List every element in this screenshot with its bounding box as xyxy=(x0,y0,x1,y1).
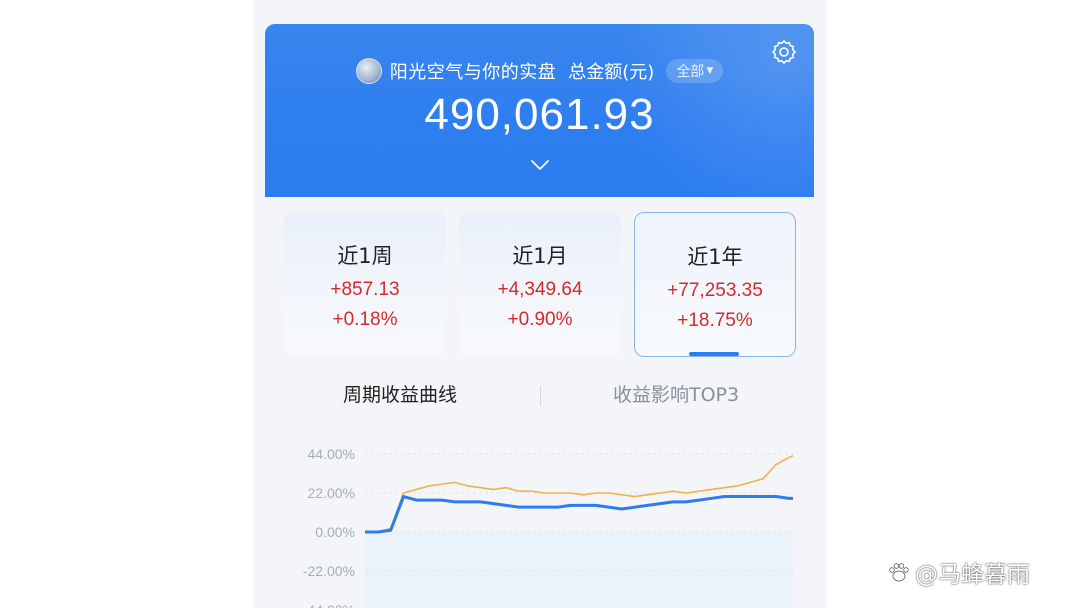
y-tick-label: 22.00% xyxy=(308,485,355,501)
y-tick-label: 0.00% xyxy=(315,524,355,540)
period-percent: +18.75% xyxy=(677,310,753,331)
period-card-year[interactable]: 近1年 +77,253.35 +18.75% xyxy=(634,212,796,357)
y-tick-label: 44.00% xyxy=(308,446,355,462)
period-percent: +0.18% xyxy=(332,309,398,330)
app-screen: 阳光空气与你的实盘 总金额(元) 全部 ▼ 490,061.93 近1周 +85… xyxy=(253,0,827,608)
period-label: 近1周 xyxy=(337,244,393,268)
tab-return-impact-top3[interactable]: 收益影响TOP3 xyxy=(613,380,739,407)
account-title-row: 阳光空气与你的实盘 总金额(元) 全部 ▼ xyxy=(265,58,814,84)
period-card-month[interactable]: 近1月 +4,349.64 +0.90% xyxy=(459,212,621,357)
selected-period-indicator xyxy=(689,352,739,356)
avatar xyxy=(355,58,382,84)
account-filter-dropdown[interactable]: 全部 ▼ xyxy=(666,59,724,83)
period-amount: +857.13 xyxy=(330,279,400,300)
chevron-down-icon[interactable] xyxy=(530,159,550,171)
period-label: 近1年 xyxy=(687,245,743,269)
portfolio-return-line xyxy=(365,495,793,534)
y-tick-label: -22.00% xyxy=(303,563,355,579)
return-curve-chart: 44.00% 22.00% 0.00% -22.00% -44.00% xyxy=(303,446,794,608)
period-amount: +77,253.35 xyxy=(667,280,763,301)
period-amount: +4,349.64 xyxy=(497,279,583,300)
watermark-text: @马蜂暮雨 xyxy=(915,562,1030,588)
plot-background xyxy=(365,532,793,608)
tab-divider xyxy=(540,386,541,406)
chart-tabs: 周期收益曲线 收益影响TOP3 xyxy=(253,372,827,412)
period-card-week[interactable]: 近1周 +857.13 +0.18% xyxy=(284,212,446,357)
tab-period-return-curve[interactable]: 周期收益曲线 xyxy=(343,380,457,407)
total-amount-value: 490,061.93 xyxy=(424,90,655,139)
total-amount-label: 总金额(元) xyxy=(568,62,655,83)
account-filter-label: 全部 xyxy=(676,64,705,80)
benchmark-return-line xyxy=(365,455,794,533)
caret-down-icon: ▼ xyxy=(706,66,714,76)
watermark: @马蜂暮雨 xyxy=(887,556,1030,588)
y-tick-label: -44.00% xyxy=(303,602,355,608)
period-label: 近1月 xyxy=(512,244,568,268)
account-name: 阳光空气与你的实盘 xyxy=(389,62,557,83)
account-summary-header: 阳光空气与你的实盘 总金额(元) 全部 ▼ 490,061.93 xyxy=(265,24,814,197)
paw-icon xyxy=(889,563,909,582)
period-return-cards: 近1周 +857.13 +0.18% 近1月 +4,349.64 +0.90% … xyxy=(284,212,796,357)
period-percent: +0.90% xyxy=(507,309,573,330)
